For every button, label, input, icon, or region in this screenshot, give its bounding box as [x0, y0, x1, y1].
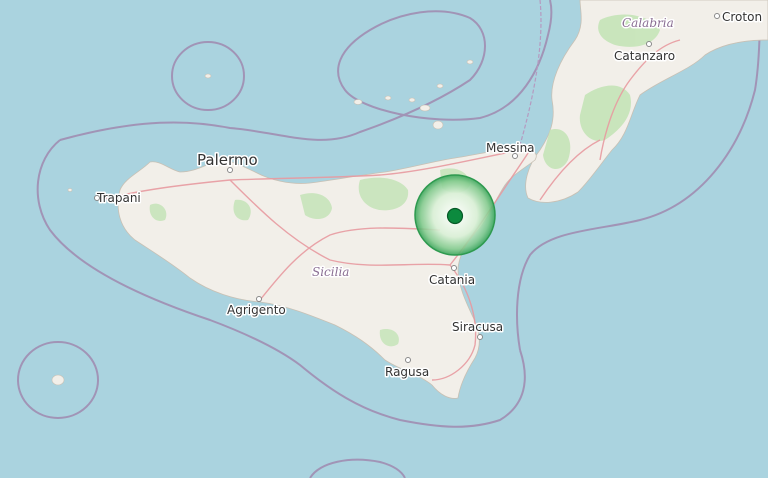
city-label-agrigento: Agrigento — [227, 303, 286, 317]
region-label-calabria: Calabria — [622, 16, 674, 30]
city-label-catania: Catania — [429, 273, 475, 287]
map-canvas[interactable]: Calabria Sicilia Palermo Trapani Messina… — [0, 0, 768, 478]
city-dot-catanzaro — [646, 41, 652, 47]
city-dot-catania — [451, 265, 457, 271]
city-dot-ragusa — [405, 357, 411, 363]
city-dot-messina — [512, 153, 518, 159]
city-dot-siracusa — [477, 334, 483, 340]
city-label-ragusa: Ragusa — [385, 365, 429, 379]
city-crotone[interactable]: Croton — [714, 9, 764, 26]
city-label-catanzaro: Catanzaro — [614, 49, 675, 63]
city-label-palermo: Palermo — [197, 151, 258, 169]
city-label-trapani: Trapani — [96, 191, 141, 205]
city-label-messina: Messina — [486, 141, 535, 155]
city-dot-palermo — [227, 167, 233, 173]
city-dot-crotone — [714, 13, 720, 19]
epicenter-dot-icon — [446, 207, 464, 225]
city-label-siracusa: Siracusa — [452, 320, 503, 334]
region-label-sicilia: Sicilia — [312, 265, 349, 279]
city-dot-trapani — [94, 195, 100, 201]
city-trapani[interactable]: Trapani — [94, 190, 142, 207]
city-label-crotone: Croton — [722, 10, 762, 24]
epicenter-marker[interactable] — [414, 174, 496, 256]
city-dot-agrigento — [256, 296, 262, 302]
